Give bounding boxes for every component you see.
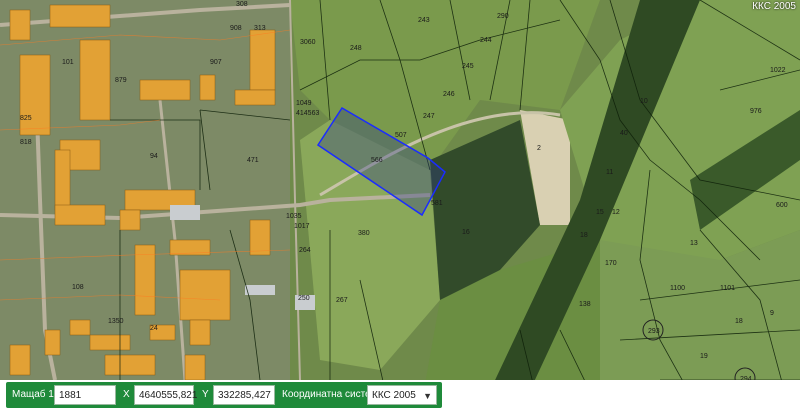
parcel-number-879: 879 bbox=[115, 77, 127, 84]
parcel-number-170: 170 bbox=[605, 260, 617, 267]
map-crs-label: ККС 2005 bbox=[752, 1, 796, 12]
parcel-number-24: 24 bbox=[150, 325, 158, 332]
parcel-number-138: 138 bbox=[579, 301, 591, 308]
parcel-number-293: 293 bbox=[648, 328, 660, 335]
parcel-number-101: 101 bbox=[62, 59, 74, 66]
parcel-number-250: 250 bbox=[298, 295, 310, 302]
parcel-number-581: 581 bbox=[431, 200, 443, 207]
coordinate-panel: Мащаб 1: 1881 X 4640555,821 Y 332285,427… bbox=[6, 382, 442, 408]
y-coordinate-label: Y bbox=[202, 389, 209, 400]
parcel-number-1101: 1101 bbox=[720, 285, 735, 292]
cadastral-map[interactable]: 3060 248 243 290 245 244 247 246 507 566 2 581 16 380… bbox=[0, 0, 800, 412]
parcel-number-14: 14 bbox=[0, 0, 8, 2]
parcel-number-245: 245 bbox=[462, 63, 474, 70]
crs-select[interactable]: ККС 2005 ▼ bbox=[367, 385, 437, 405]
parcel-number-244: 244 bbox=[480, 37, 492, 44]
parcel-number-600: 600 bbox=[776, 202, 788, 209]
parcel-number-290: 290 bbox=[497, 13, 509, 20]
parcel-number-12: 12 bbox=[612, 209, 620, 216]
parcel-number-976: 976 bbox=[750, 108, 762, 115]
parcel-number-380: 380 bbox=[358, 230, 370, 237]
parcel-number-1022: 1022 bbox=[770, 67, 786, 74]
parcel-number-471: 471 bbox=[247, 157, 259, 164]
parcel-number-108: 108 bbox=[72, 284, 84, 291]
parcel-number-13: 13 bbox=[690, 240, 698, 247]
parcel-number-243: 243 bbox=[418, 17, 430, 24]
y-coordinate-field[interactable]: 332285,427 bbox=[213, 385, 275, 405]
parcel-number-246: 246 bbox=[443, 91, 455, 98]
map-canvas[interactable]: 3060 248 243 290 245 244 247 246 507 566 2 581 16 380… bbox=[0, 0, 800, 412]
parcel-number-818: 818 bbox=[20, 139, 32, 146]
parcel-number-566: 566 bbox=[371, 157, 383, 164]
parcel-number-907: 907 bbox=[210, 59, 222, 66]
parcel-number-16: 16 bbox=[462, 229, 470, 236]
crs-select-value: ККС 2005 bbox=[372, 390, 416, 401]
parcel-number-9: 9 bbox=[770, 310, 774, 317]
parcel-number-267: 267 bbox=[336, 297, 348, 304]
parcel-number-1049: 1049 bbox=[296, 100, 312, 107]
x-coordinate-label: X bbox=[123, 389, 130, 400]
parcel-number-1017: 1017 bbox=[294, 223, 310, 230]
parcel-number-1035: 1035 bbox=[286, 213, 302, 220]
parcel-number-1100: 1100 bbox=[670, 285, 685, 292]
parcel-number-11: 11 bbox=[606, 169, 613, 176]
parcel-number-507: 507 bbox=[395, 132, 407, 139]
scale-input[interactable]: 1881 bbox=[54, 385, 116, 405]
parcel-number-94: 94 bbox=[150, 153, 158, 160]
parcel-number-248: 248 bbox=[350, 45, 362, 52]
parcel-number-18: 18 bbox=[580, 232, 588, 239]
scale-label: Мащаб 1: bbox=[12, 389, 57, 400]
parcel-number-825: 825 bbox=[20, 115, 32, 122]
parcel-number-414563: 414563 bbox=[296, 110, 319, 117]
parcel-number-10: 10 bbox=[640, 98, 648, 105]
parcel-number-308: 308 bbox=[236, 1, 248, 8]
x-coordinate-field[interactable]: 4640555,821 bbox=[134, 385, 197, 405]
parcel-number-247: 247 bbox=[423, 113, 435, 120]
parcel-number-15: 15 bbox=[596, 209, 604, 216]
parcel-number-18: 18 bbox=[735, 318, 743, 325]
parcel-number-19: 19 bbox=[700, 353, 708, 360]
chevron-down-icon: ▼ bbox=[423, 391, 432, 401]
parcel-number-3060: 3060 bbox=[300, 39, 316, 46]
parcel-number-264: 264 bbox=[299, 247, 311, 254]
parcel-number-2: 2 bbox=[537, 145, 541, 152]
parcel-number-313: 313 bbox=[254, 25, 266, 32]
parcel-number-908: 908 bbox=[230, 25, 242, 32]
parcel-number-40: 40 bbox=[620, 130, 628, 137]
status-toolbar: Мащаб 1: 1881 X 4640555,821 Y 332285,427… bbox=[0, 380, 800, 412]
parcel-number-1350: 1350 bbox=[108, 318, 124, 325]
